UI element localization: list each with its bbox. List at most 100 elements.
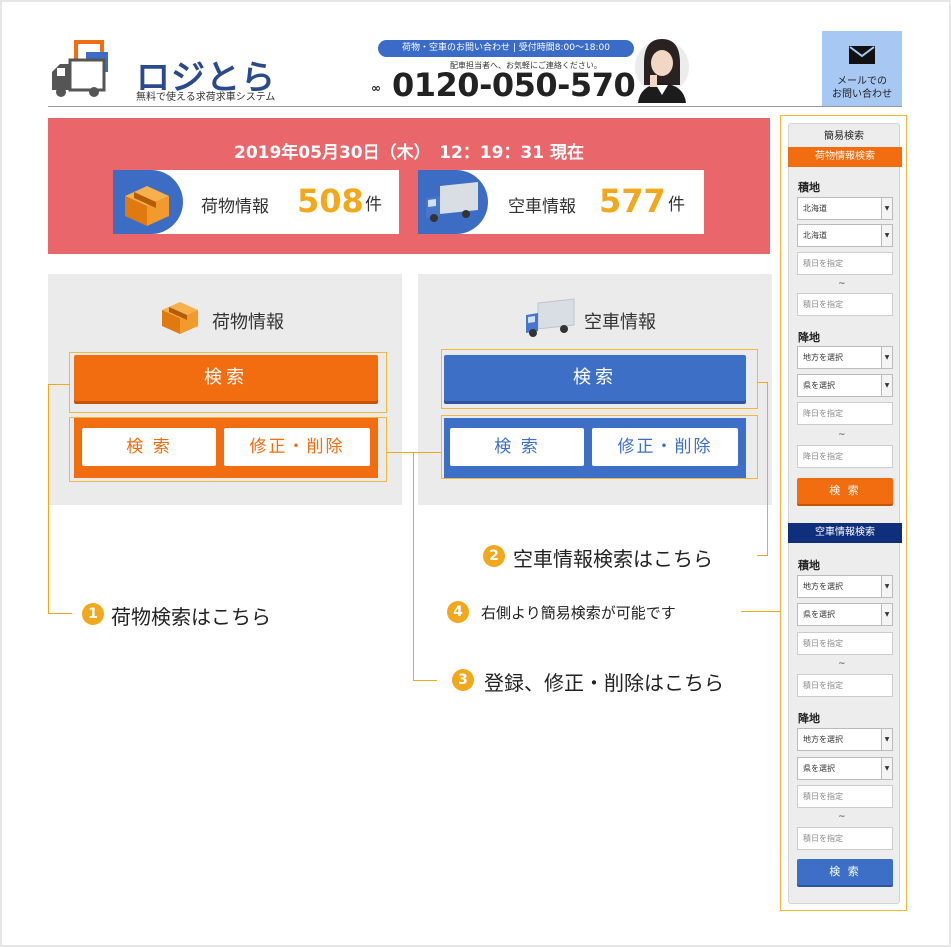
callout4-text: 右側より簡易検索が可能です [481, 604, 676, 622]
truck-unload-pref-value: 県を選択 [803, 764, 835, 773]
sidebar-cargo-search-button[interactable]: 検 索 [797, 478, 893, 504]
cargo-count-value: 508 [297, 182, 364, 220]
operator-avatar [634, 33, 690, 103]
truck-load-region-value: 地方を選択 [803, 582, 843, 591]
chevron-down-icon: ▼ [881, 758, 892, 779]
truck-count-value: 577 [599, 182, 666, 220]
truck-panel-icon [526, 298, 575, 337]
truck-unload-date-from[interactable]: 積日を指定 [797, 785, 893, 808]
chevron-down-icon: ▼ [881, 375, 892, 396]
truck-search-header: 空車情報検索 [788, 523, 902, 543]
callout3-badge: 3 [452, 669, 474, 691]
truck-load-date-from[interactable]: 積日を指定 [797, 632, 893, 655]
truck-load-date-to[interactable]: 積日を指定 [797, 674, 893, 697]
cargo-load-date-to[interactable]: 積日を指定 [797, 293, 893, 316]
cargo-unload-date-to[interactable]: 降日を指定 [797, 445, 893, 468]
callout3-line-v [413, 452, 414, 680]
envelope-icon [849, 46, 875, 64]
cargo-load-label: 積地 [798, 181, 820, 194]
callout3-line-h [387, 452, 442, 453]
sidebar-truck-search-button[interactable]: 検 索 [797, 859, 893, 885]
truck-count-label: 空車情報 [508, 197, 576, 217]
chevron-down-icon: ▼ [881, 225, 892, 246]
callout3-text: 登録、修正・削除はこちら [484, 671, 724, 695]
callout1-badge: 1 [82, 603, 104, 625]
cargo-count-card: 荷物情報 508 件 [113, 170, 399, 234]
truck-load-pref-value: 県を選択 [803, 610, 835, 619]
cargo-search-header: 荷物情報検索 [788, 147, 902, 167]
sidebar-title: 簡易検索 [824, 131, 864, 142]
truck-unload-date-to[interactable]: 積日を指定 [797, 827, 893, 850]
range-tilde: ~ [838, 812, 846, 822]
callout2-line-bottom [757, 555, 768, 556]
chevron-down-icon: ▼ [881, 198, 892, 219]
header-divider [48, 106, 902, 107]
cardboard-box-icon [125, 186, 169, 226]
truck-unload-label: 降地 [798, 712, 820, 725]
range-tilde: ~ [838, 430, 846, 440]
contact-pill: 荷物・空車のお問い合わせ | 受付時間8:00〜18:00 [378, 40, 634, 57]
truck-load-region-select[interactable]: 地方を選択 ▼ [797, 575, 893, 598]
free-dial-icon: ∞ [371, 81, 381, 95]
callout2-line-top [758, 382, 767, 383]
logo[interactable] [48, 38, 134, 100]
truck-edit-delete-button[interactable]: 修正・削除 [592, 428, 738, 466]
cargo-action-strip: 検 索 修正・削除 [74, 418, 378, 478]
cargo-unload-pref-value: 県を選択 [803, 381, 835, 390]
current-datetime: 2019年05月30日（木） 12：19：31 現在 [233, 143, 585, 163]
chevron-down-icon: ▼ [881, 604, 892, 625]
callout1-line-bottom [48, 613, 72, 614]
chevron-down-icon: ▼ [881, 729, 892, 750]
truck-unload-region-select[interactable]: 地方を選択 ▼ [797, 728, 893, 751]
callout3-line-bottom [413, 680, 437, 681]
cargo-unload-label: 降地 [798, 331, 820, 344]
callout2-line-v [767, 382, 768, 556]
truck-panel-title: 空車情報 [584, 312, 656, 333]
logo-truck-icon [52, 40, 108, 97]
cargo-load-region-value: 北海道 [803, 204, 827, 213]
cargo-edit-delete-button[interactable]: 修正・削除 [224, 428, 370, 466]
range-tilde: ~ [838, 279, 846, 289]
cargo-panel-title: 荷物情報 [212, 312, 284, 333]
cargo-load-pref-value: 北海道 [803, 231, 827, 240]
mail-contact-button[interactable]: メールでの お問い合わせ [822, 31, 902, 106]
cargo-search-button[interactable]: 検索 [74, 355, 378, 401]
cargo-load-region-select[interactable]: 北海道 ▼ [797, 197, 893, 220]
truck-register-search-button[interactable]: 検 索 [450, 428, 584, 466]
mail-button-line1: メールでの [837, 76, 887, 87]
cargo-unload-region-select[interactable]: 地方を選択 ▼ [797, 346, 893, 369]
phone-number[interactable]: 0120-050-570 [392, 66, 636, 104]
truck-unload-region-value: 地方を選択 [803, 735, 843, 744]
callout1-text: 荷物検索はこちら [111, 605, 271, 629]
callout2-text: 空車情報検索はこちら [513, 547, 713, 571]
chevron-down-icon: ▼ [881, 347, 892, 368]
callout2-badge: 2 [483, 545, 505, 567]
callout1-line-top [48, 384, 70, 385]
cargo-unload-region-value: 地方を選択 [803, 353, 843, 362]
truck-count-unit: 件 [668, 195, 685, 215]
truck-unload-pref-select[interactable]: 県を選択 ▼ [797, 757, 893, 780]
chevron-down-icon: ▼ [881, 576, 892, 597]
callout4-badge: 4 [447, 601, 469, 623]
cargo-unload-pref-select[interactable]: 県を選択 ▼ [797, 374, 893, 397]
truck-search-button[interactable]: 検索 [444, 355, 746, 401]
mail-button-line2: お問い合わせ [832, 89, 892, 100]
cargo-count-label: 荷物情報 [201, 197, 269, 217]
range-tilde: ~ [838, 659, 846, 669]
cargo-load-date-from[interactable]: 積日を指定 [797, 252, 893, 275]
callout4-line [741, 611, 780, 612]
truck-icon [426, 182, 478, 222]
cargo-count-unit: 件 [365, 195, 382, 215]
truck-load-pref-select[interactable]: 県を選択 ▼ [797, 603, 893, 626]
callout1-line-v [48, 384, 49, 613]
cargo-unload-date-from[interactable]: 降日を指定 [797, 402, 893, 425]
logo-tagline: 無料で使える求荷求車システム [136, 92, 276, 103]
cargo-icon-box [113, 170, 183, 234]
truck-icon-box [418, 170, 488, 234]
cargo-load-pref-select[interactable]: 北海道 ▼ [797, 224, 893, 247]
truck-count-card: 空車情報 577 件 [418, 170, 704, 234]
truck-load-label: 積地 [798, 559, 820, 572]
cargo-box-icon [162, 302, 198, 334]
truck-action-strip: 検 索 修正・削除 [444, 418, 746, 478]
cargo-register-search-button[interactable]: 検 索 [82, 428, 216, 466]
